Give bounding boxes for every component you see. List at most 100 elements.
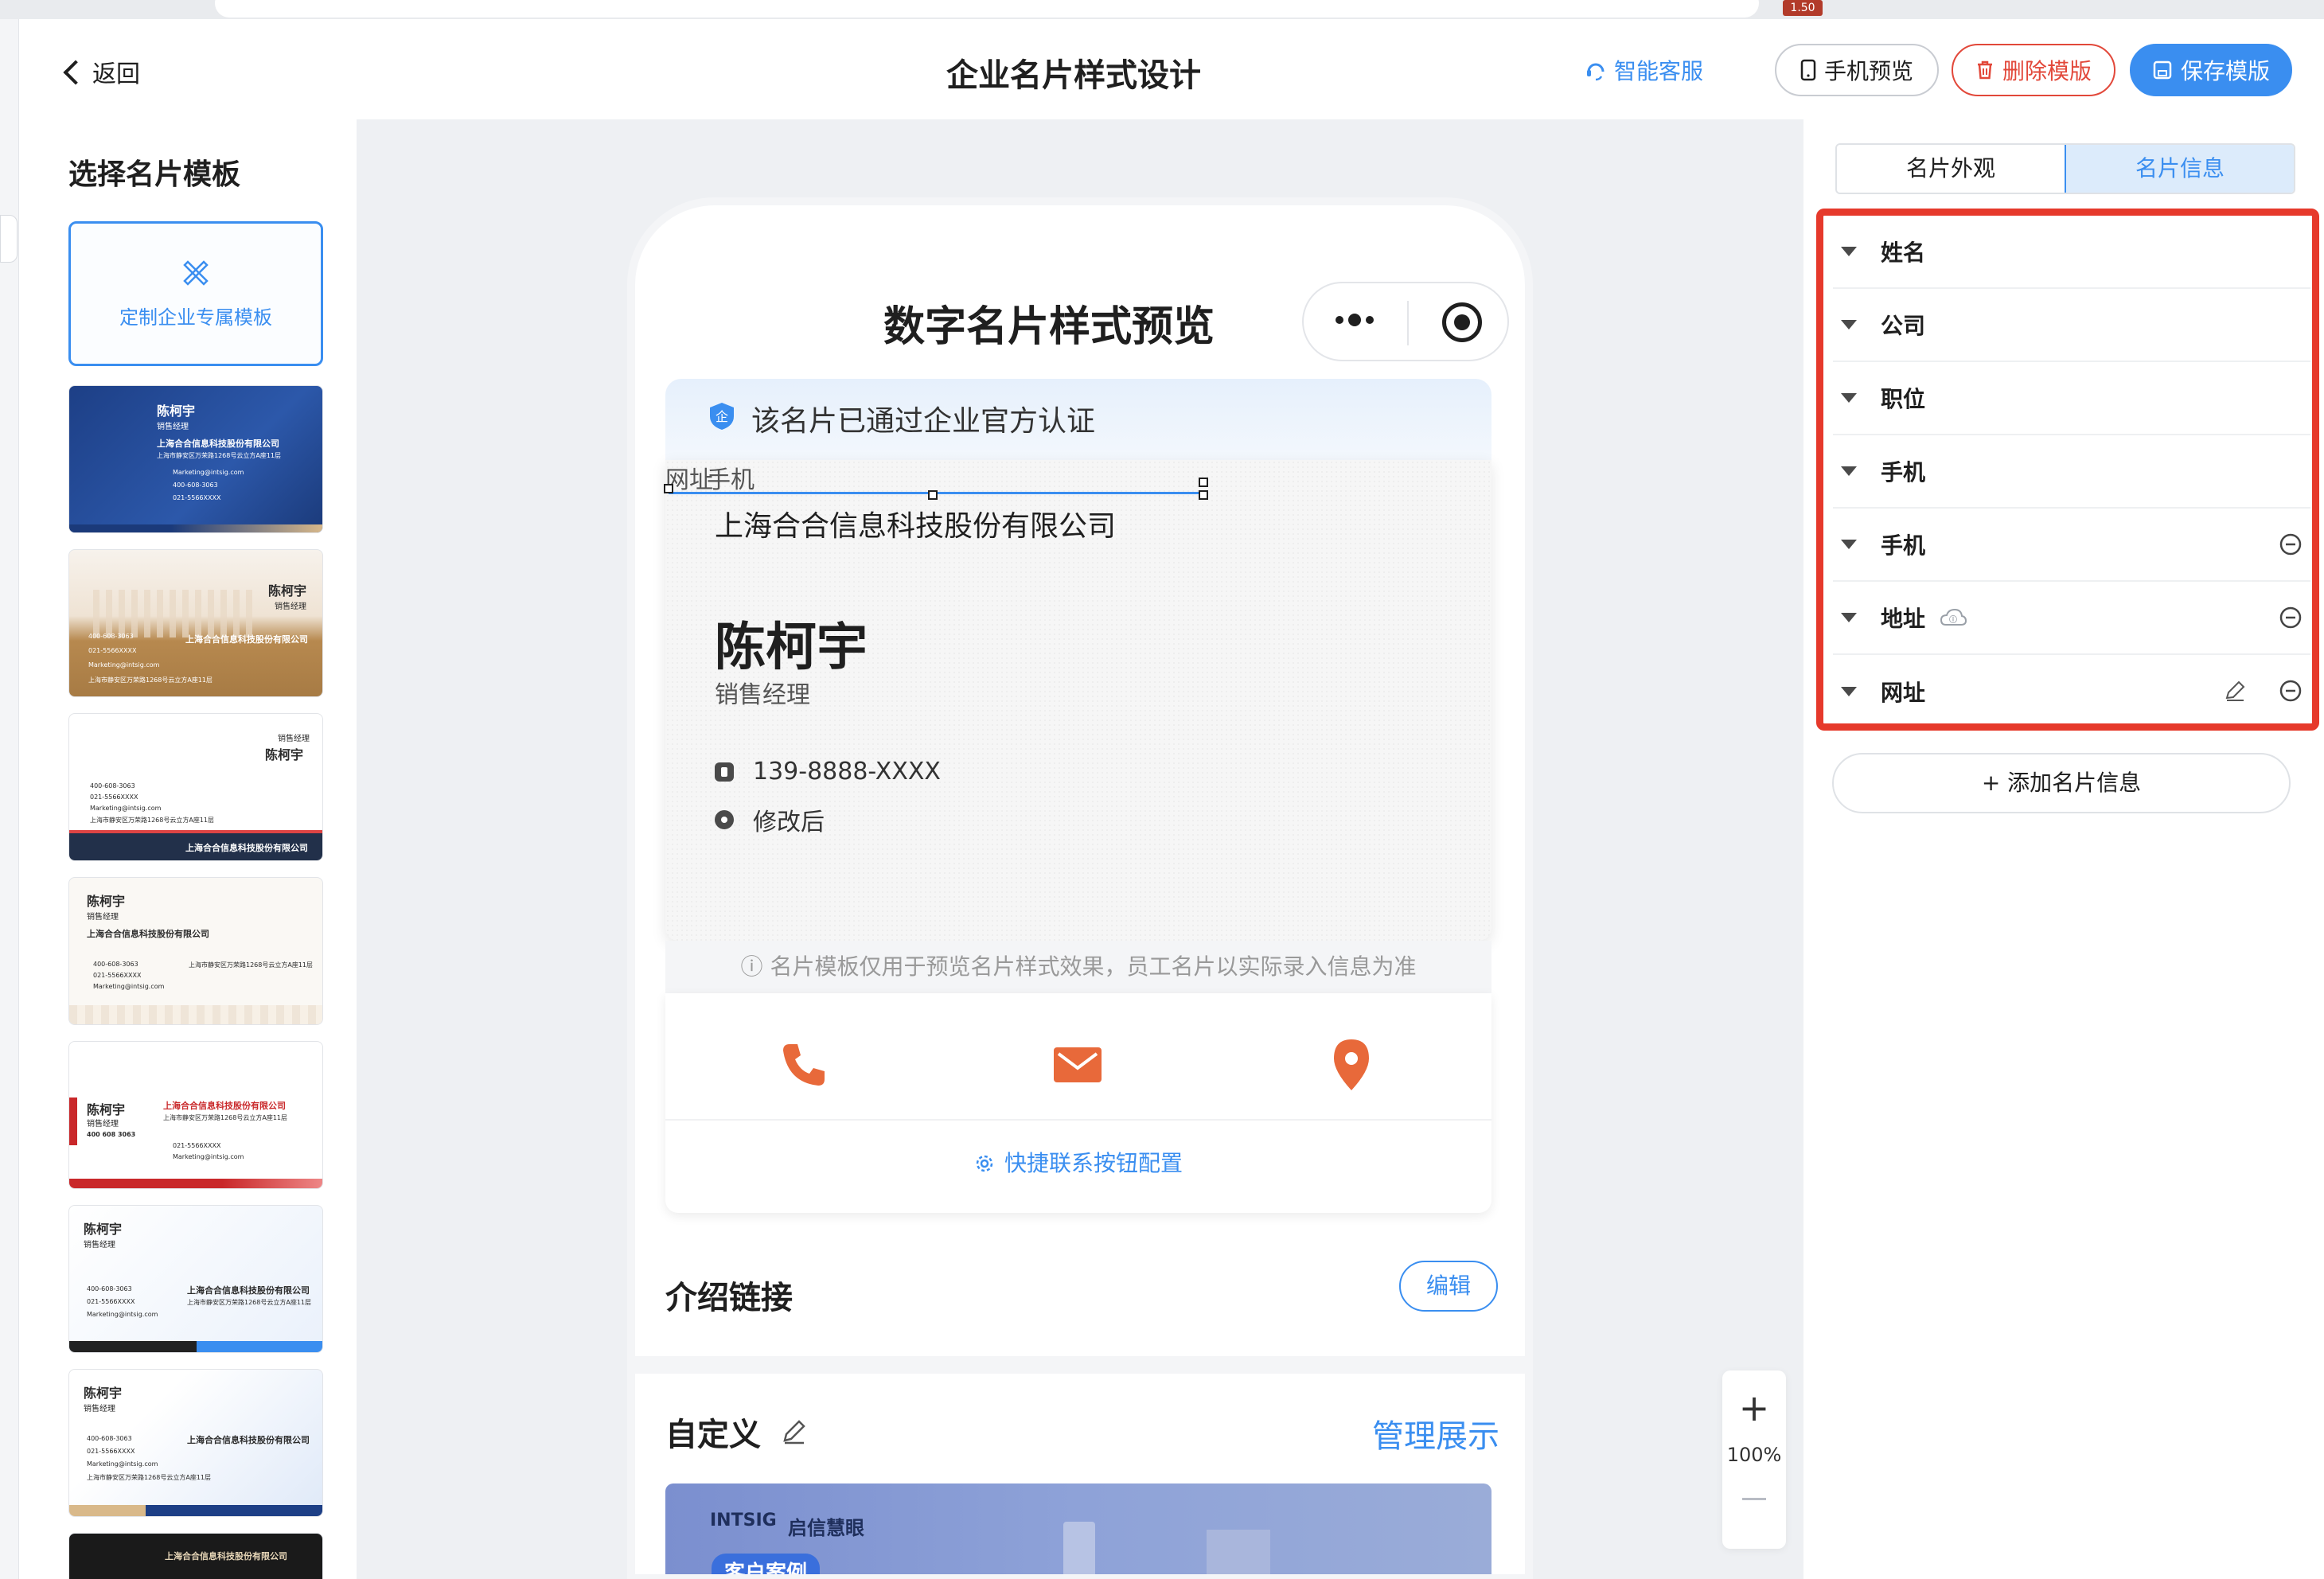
edit-intro-button[interactable]: 编辑 — [1399, 1261, 1498, 1312]
left-edge-rail — [0, 19, 19, 1579]
template-line: Marketing@intsig.com — [87, 1460, 158, 1468]
card-role: 销售经理 — [715, 681, 810, 709]
template-line: 400 608 3063 — [87, 1131, 136, 1138]
field-label: 公司 — [1881, 313, 1926, 339]
template-thumb-7[interactable]: 陈柯宇 销售经理 400-608-3063 021-5566XXXX Marke… — [68, 1369, 323, 1517]
template-thumb-4[interactable]: 陈柯宇 销售经理 上海合合信息科技股份有限公司 400-608-3063 021… — [68, 877, 323, 1025]
business-card-preview[interactable]: 网址 手机 上海合合信息科技股份有限公司 陈柯宇 销售经理 139-8888-X… — [664, 460, 1491, 941]
custom-section-title: 自定义 — [665, 1409, 807, 1455]
template-thumb-1[interactable]: 陈柯宇 销售经理 上海合合信息科技股份有限公司 上海市静安区万荣路1268号云立… — [68, 385, 323, 533]
template-role: 销售经理 — [84, 1405, 115, 1413]
remove-circle-icon[interactable] — [2279, 679, 2303, 703]
cloud-hint-icon[interactable]: ⓘ — [1940, 607, 1967, 628]
mini-program-capsule[interactable] — [1302, 282, 1509, 361]
remove-circle-icon[interactable] — [2279, 606, 2303, 630]
extension-badge[interactable]: 1.50 — [1783, 0, 1823, 16]
template-name: 陈柯宇 — [157, 404, 196, 419]
field-company[interactable]: 公司 — [1833, 289, 2310, 362]
template-line: Marketing@intsig.com — [90, 805, 162, 812]
template-footer — [69, 1179, 322, 1188]
tab-appearance[interactable]: 名片外观 — [1837, 145, 2065, 193]
template-name: 陈柯宇 — [87, 894, 126, 909]
caret-down-icon[interactable] — [1841, 393, 1857, 403]
smart-service-link[interactable]: 智能客服 — [1584, 54, 1703, 86]
template-line: Marketing@intsig.com — [173, 469, 244, 476]
template-line: 上海市静安区万荣路1268号云立方A座11层 — [90, 817, 215, 824]
caret-down-icon[interactable] — [1841, 320, 1857, 329]
template-pattern — [69, 1005, 322, 1024]
resize-handle[interactable] — [1199, 490, 1208, 500]
field-mobile-2[interactable]: 手机 — [1833, 509, 2310, 582]
save-template-button[interactable]: 保存模版 — [2130, 44, 2292, 96]
settings-gear-icon — [976, 1155, 993, 1172]
template-role: 销售经理 — [275, 602, 306, 611]
template-line: 上海市静安区万荣路1268号云立方A座11层 — [163, 1114, 288, 1121]
template-line: 上海市静安区万荣路1268号云立方A座11层 — [157, 452, 282, 459]
quick-contact-config-link[interactable]: 快捷联系按钮配置 — [665, 1146, 1491, 1178]
delete-template-button[interactable]: 删除模版 — [1952, 44, 2115, 96]
caret-down-icon[interactable] — [1841, 247, 1857, 256]
svg-text:企: 企 — [716, 409, 728, 424]
browser-toolbar: 1.50 — [0, 0, 2324, 19]
intro-links-title: 介绍链接 — [665, 1280, 793, 1316]
phone-mockup: 数字名片样式预览 企 该名片已通过企业官方认证 网址 手机 上海合合信息科技股份… — [627, 197, 1533, 1579]
template-line: 上海市静安区万荣路1268号云立方A座11层 — [189, 961, 314, 969]
phone-preview-button[interactable]: 手机预览 — [1775, 44, 1939, 96]
field-label: 手机 — [1881, 459, 1926, 485]
template-line: 021-5566XXXX — [173, 1142, 221, 1149]
caret-down-icon[interactable] — [1841, 613, 1857, 622]
field-position[interactable]: 职位 — [1833, 362, 2310, 435]
template-line: 021-5566XXXX — [87, 1298, 135, 1305]
template-thumb-8[interactable]: 上海合合信息科技股份有限公司 — [68, 1533, 323, 1579]
caret-down-icon[interactable] — [1841, 466, 1857, 476]
template-thumb-6[interactable]: 陈柯宇 销售经理 400-608-3063 021-5566XXXX Marke… — [68, 1205, 323, 1353]
smart-service-label: 智能客服 — [1614, 58, 1704, 84]
design-tools-icon — [183, 260, 209, 286]
browser-address-bar[interactable] — [215, 0, 1759, 18]
email-button[interactable] — [1046, 1033, 1109, 1097]
template-accent-bar — [69, 1098, 77, 1145]
panel-divider — [665, 1119, 1491, 1121]
more-dots-icon[interactable] — [1336, 314, 1374, 326]
zoom-in-button[interactable]: + — [1722, 1390, 1786, 1426]
template-line: 400-608-3063 — [90, 782, 135, 790]
custom-template-card[interactable]: 定制企业专属模板 — [68, 221, 323, 366]
resize-handle[interactable] — [928, 490, 938, 500]
capsule-divider — [1407, 301, 1409, 345]
edit-pencil-icon[interactable] — [2223, 679, 2247, 703]
template-thumb-5[interactable]: 陈柯宇 销售经理 400 608 3063 上海合合信息科技股份有限公司 上海市… — [68, 1041, 323, 1189]
zoom-out-button[interactable] — [1742, 1498, 1766, 1500]
caret-down-icon[interactable] — [1841, 540, 1857, 549]
svg-text:ⓘ: ⓘ — [1949, 614, 1957, 625]
template-line: Marketing@intsig.com — [173, 1153, 244, 1160]
template-line: 上海市静安区万荣路1268号云立方A座11层 — [87, 1474, 212, 1481]
template-line: 021-5566XXXX — [173, 494, 221, 501]
template-sidebar: 选择名片模板 定制企业专属模板 陈柯宇 销售经理 上海合合信息科技股份有限公司 … — [19, 119, 357, 1579]
field-address[interactable]: 地址 ⓘ — [1833, 582, 2310, 655]
pencil-icon[interactable] — [780, 1418, 807, 1445]
field-name[interactable]: 姓名 — [1833, 216, 2310, 289]
mobile-field-label[interactable]: 手机 — [707, 460, 755, 495]
resize-handle[interactable] — [1199, 478, 1208, 487]
call-button[interactable] — [772, 1033, 836, 1097]
close-circle-icon[interactable] — [1442, 302, 1482, 342]
template-thumb-3[interactable]: 销售经理 陈柯宇 400-608-3063 021-5566XXXX Marke… — [68, 713, 323, 861]
manage-display-link[interactable]: 管理展示 — [1372, 1410, 1499, 1456]
field-label: 网址 — [1881, 680, 1926, 706]
collapse-handle[interactable] — [0, 215, 18, 263]
resize-handle[interactable] — [664, 484, 673, 493]
tab-card-info[interactable]: 名片信息 — [2065, 145, 2294, 193]
template-panel-title: 选择名片模板 — [68, 158, 241, 191]
customer-case-banner[interactable]: INTSIG 启信慧眼 客户案例 — [665, 1483, 1491, 1574]
navigate-button[interactable] — [1320, 1033, 1383, 1097]
template-company: 上海合合信息科技股份有限公司 — [87, 929, 209, 939]
field-website[interactable]: 网址 — [1833, 655, 2310, 728]
remove-circle-icon[interactable] — [2279, 532, 2303, 556]
template-footer — [69, 1505, 322, 1516]
add-card-info-button[interactable]: + 添加名片信息 — [1832, 753, 2291, 813]
template-thumb-2[interactable]: 陈柯宇 销售经理 上海合合信息科技股份有限公司 400-608-3063 021… — [68, 549, 323, 697]
caret-down-icon[interactable] — [1841, 687, 1857, 696]
card-company: 上海合合信息科技股份有限公司 — [715, 510, 1117, 543]
headset-icon — [1587, 63, 1605, 81]
field-mobile[interactable]: 手机 — [1833, 435, 2310, 509]
